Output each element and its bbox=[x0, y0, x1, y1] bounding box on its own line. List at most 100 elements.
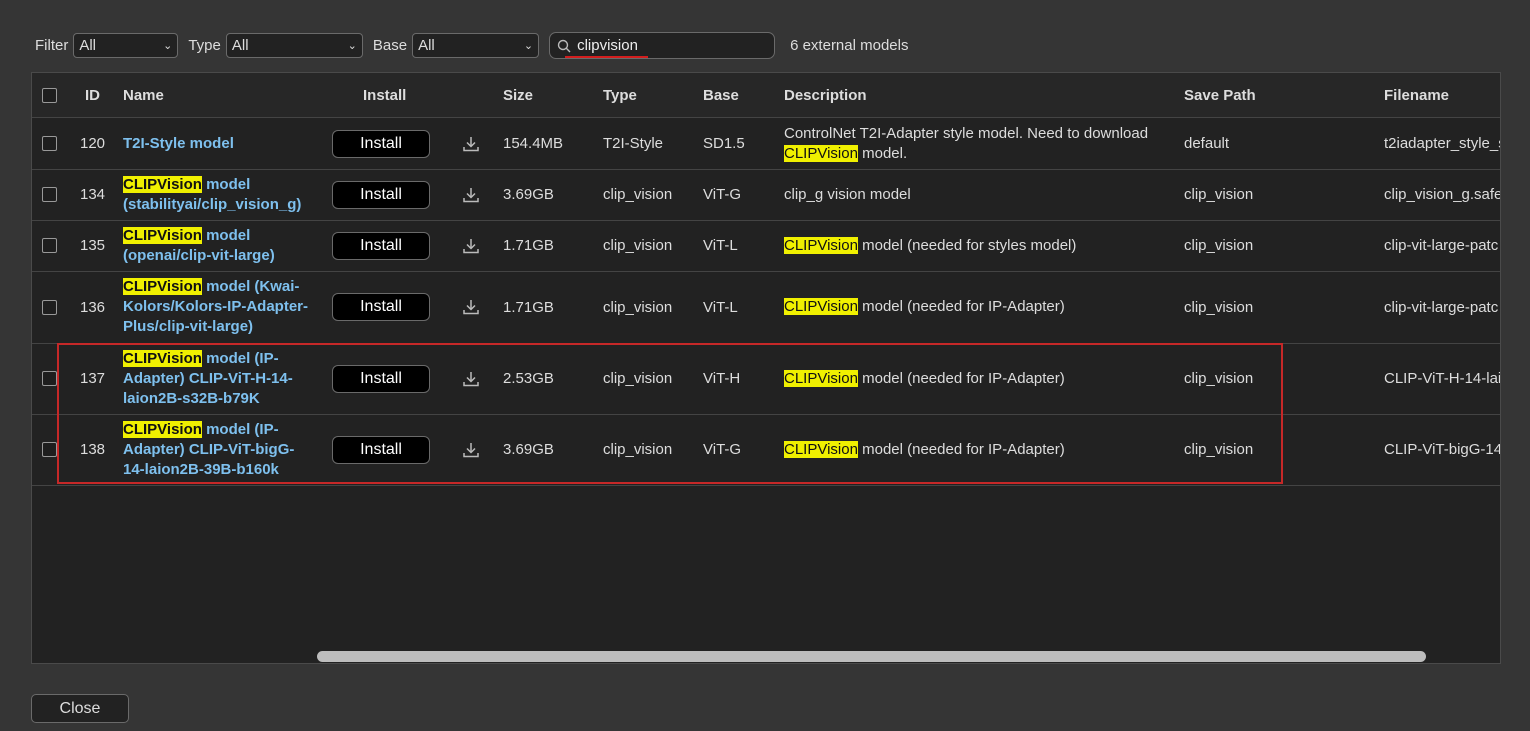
row-size: 3.69GB bbox=[503, 441, 554, 458]
header-save-path[interactable]: Save Path bbox=[1184, 73, 1256, 117]
row-checkbox[interactable] bbox=[42, 187, 57, 202]
type-select[interactable]: All ⌄ bbox=[225, 33, 363, 58]
install-button[interactable]: Install bbox=[332, 129, 430, 158]
row-save-path: clip_vision bbox=[1184, 441, 1254, 458]
chevron-down-icon: ⌄ bbox=[163, 40, 173, 52]
header-base[interactable]: Base bbox=[703, 73, 739, 117]
row-checkbox[interactable] bbox=[42, 299, 57, 315]
desc-text-post: model (needed for styles model) bbox=[857, 236, 1077, 254]
header-install: Install bbox=[363, 86, 407, 104]
row-size: 2.53GB bbox=[503, 370, 554, 387]
model-name-link[interactable]: CLIPVision model (IP-Adapter) CLIP-ViT-b… bbox=[123, 420, 313, 480]
scrollbar-thumb[interactable] bbox=[317, 651, 1426, 662]
row-checkbox[interactable] bbox=[42, 371, 57, 386]
row-id: 135 bbox=[80, 237, 106, 254]
header-filename[interactable]: Filename bbox=[1384, 73, 1449, 117]
install-button[interactable]: Install bbox=[332, 364, 430, 393]
name-highlight: CLIPVision bbox=[123, 349, 202, 367]
model-name-link[interactable]: CLIPVision model (IP-Adapter) CLIP-ViT-H… bbox=[123, 349, 313, 409]
download-icon[interactable] bbox=[462, 186, 480, 204]
select-all-checkbox[interactable] bbox=[42, 87, 57, 103]
row-size: 154.4MB bbox=[503, 135, 564, 152]
download-icon[interactable] bbox=[462, 370, 480, 388]
header-id[interactable]: ID bbox=[85, 73, 100, 117]
row-filename: t2iadapter_style_s bbox=[1384, 135, 1501, 152]
row-filename: clip-vit-large-patc bbox=[1384, 237, 1499, 254]
install-button[interactable]: Install bbox=[332, 435, 430, 464]
row-size: 1.71GB bbox=[503, 237, 554, 254]
row-checkbox[interactable] bbox=[42, 136, 57, 151]
row-save-path: clip_vision bbox=[1184, 298, 1254, 316]
model-name-link[interactable]: CLIPVision model (Kwai-Kolors/Kolors-IP-… bbox=[123, 277, 313, 337]
table-header: ID Name Install Size Type Base Descripti… bbox=[32, 73, 1500, 118]
desc-highlight: CLIPVision bbox=[784, 369, 858, 387]
row-id: 136 bbox=[80, 298, 106, 316]
row-base: ViT-L bbox=[703, 237, 738, 254]
row-save-path: default bbox=[1184, 135, 1230, 152]
search-input[interactable]: clipvision bbox=[549, 32, 776, 59]
download-icon[interactable] bbox=[462, 135, 480, 153]
install-button[interactable]: Install bbox=[332, 231, 430, 260]
row-checkbox[interactable] bbox=[42, 442, 57, 457]
row-filename: CLIP-ViT-bigG-14- bbox=[1384, 441, 1501, 458]
row-save-path: clip_vision bbox=[1184, 186, 1254, 203]
row-size: 3.69GB bbox=[503, 186, 554, 203]
install-button[interactable]: Install bbox=[332, 293, 430, 321]
row-description: CLIPVision model (needed for IP-Adapter) bbox=[784, 297, 1164, 317]
header-name[interactable]: Name bbox=[123, 73, 164, 117]
header-description[interactable]: Description bbox=[784, 73, 867, 117]
row-type: clip_vision bbox=[603, 237, 673, 254]
row-checkbox[interactable] bbox=[42, 238, 57, 253]
row-description: ControlNet T2I-Adapter style model. Need… bbox=[784, 124, 1164, 164]
model-name-link[interactable]: T2I-Style model bbox=[123, 134, 313, 154]
row-save-path: clip_vision bbox=[1184, 237, 1254, 254]
desc-highlight: CLIPVision bbox=[784, 440, 858, 458]
horizontal-scrollbar[interactable] bbox=[31, 650, 1499, 663]
row-id: 137 bbox=[80, 370, 106, 387]
base-select-value: All bbox=[418, 37, 435, 54]
row-base: ViT-G bbox=[703, 186, 742, 203]
row-filename: clip-vit-large-patc bbox=[1384, 298, 1499, 316]
model-name-link[interactable]: CLIPVision model (stabilityai/clip_visio… bbox=[123, 175, 313, 215]
row-description: clip_g vision model bbox=[784, 185, 1164, 205]
table-row: 134 CLIPVision model (stabilityai/clip_vi… bbox=[32, 169, 1500, 221]
row-description: CLIPVision model (needed for IP-Adapter) bbox=[784, 369, 1164, 389]
desc-highlight: CLIPVision bbox=[784, 298, 858, 315]
desc-text-post: model (needed for IP-Adapter) bbox=[857, 298, 1065, 315]
chevron-down-icon: ⌄ bbox=[347, 40, 357, 52]
desc-text-post: model (needed for IP-Adapter) bbox=[857, 369, 1065, 387]
row-type: clip_vision bbox=[603, 298, 673, 316]
header-size[interactable]: Size bbox=[503, 73, 533, 117]
row-size: 1.71GB bbox=[503, 298, 554, 316]
name-highlight: CLIPVision bbox=[123, 175, 202, 193]
close-button[interactable]: Close bbox=[31, 694, 129, 723]
download-icon[interactable] bbox=[462, 298, 480, 316]
download-icon[interactable] bbox=[462, 237, 480, 255]
filter-label: Filter bbox=[35, 37, 69, 54]
row-base: ViT-H bbox=[703, 370, 741, 387]
model-name-link[interactable]: CLIPVision model (openai/clip-vit-large) bbox=[123, 226, 313, 266]
chevron-down-icon: ⌄ bbox=[523, 40, 534, 52]
row-base: ViT-G bbox=[703, 441, 742, 458]
row-id: 120 bbox=[80, 135, 106, 152]
table-row: 136 CLIPVision model (Kwai-Kolors/Kolors-… bbox=[32, 271, 1500, 344]
row-filename: clip_vision_g.safet bbox=[1384, 186, 1501, 203]
name-text: T2I-Style model bbox=[123, 134, 234, 152]
table-row: 138 CLIPVision model (IP-Adapter) CLIP-Vi… bbox=[32, 414, 1500, 486]
name-highlight: CLIPVision bbox=[123, 420, 202, 438]
row-type: clip_vision bbox=[603, 186, 673, 203]
type-select-value: All bbox=[231, 37, 249, 54]
base-select[interactable]: All ⌄ bbox=[412, 33, 540, 58]
table-row: 120 T2I-Style model Install 154.4MB T2I-Styl… bbox=[32, 118, 1500, 170]
download-icon[interactable] bbox=[462, 441, 480, 459]
filter-toolbar: Filter All ⌄ Type All ⌄ Base All ⌄ clipv… bbox=[35, 32, 908, 59]
models-table: ID Name Install Size Type Base Descripti… bbox=[31, 72, 1501, 664]
row-filename: CLIP-ViT-H-14-lai bbox=[1384, 370, 1501, 387]
header-type[interactable]: Type bbox=[603, 73, 637, 117]
filter-select[interactable]: All ⌄ bbox=[73, 33, 179, 58]
row-type: clip_vision bbox=[603, 441, 673, 458]
desc-highlight: CLIPVision bbox=[784, 144, 858, 162]
install-button[interactable]: Install bbox=[332, 180, 430, 209]
desc-text-post: model (needed for IP-Adapter) bbox=[857, 440, 1065, 458]
table-row: 137 CLIPVision model (IP-Adapter) CLIP-Vi… bbox=[32, 343, 1500, 415]
